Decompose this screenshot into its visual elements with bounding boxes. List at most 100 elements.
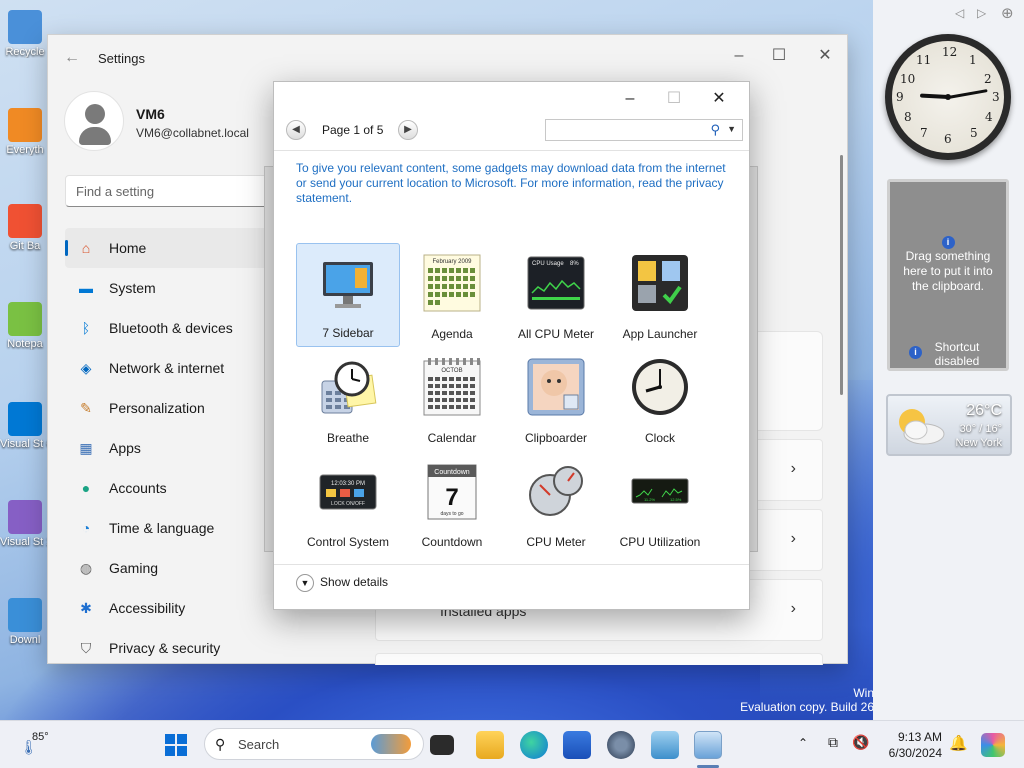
weather-widget[interactable]: 🌡 85° [20, 731, 70, 761]
sidebar-item-gaming[interactable]: ◍ Gaming [65, 548, 285, 588]
desktop-icon-label: Visual St 2022 Pre [0, 536, 50, 548]
gadget-label: All CPU Meter [517, 327, 594, 341]
calculator-clock-icon [318, 357, 378, 417]
gadget-tile[interactable]: Clock [608, 347, 712, 451]
svg-text:7: 7 [445, 484, 458, 511]
sidebar-item-system[interactable]: ▬ System [65, 268, 285, 308]
search-highlight-icon [371, 734, 411, 754]
maximize-button[interactable]: ☐ [764, 41, 794, 71]
evaluation-watermark: Win Evaluation copy. Build 26 [740, 686, 874, 714]
desktop-icon-label: Visual St Cod [0, 438, 50, 450]
sidebar-prev-icon[interactable]: ◁ [955, 6, 964, 20]
back-arrow-icon[interactable]: ← [64, 49, 80, 67]
svg-text:8%: 8% [570, 261, 579, 267]
svg-text:LOCK ON/OFF: LOCK ON/OFF [331, 501, 365, 507]
find-setting-input[interactable]: Find a setting [65, 175, 270, 207]
sidebar-item-network-internet[interactable]: ◈ Network & internet [65, 348, 285, 388]
gadget-tile[interactable]: Clipboarder [504, 347, 608, 451]
avatar[interactable] [64, 91, 124, 151]
chevron-up-icon[interactable]: ⌃ [798, 736, 808, 750]
desktop-icon[interactable]: Notepa [0, 302, 50, 350]
sidebar-item-label: Personalization [109, 400, 205, 416]
clock-gadget[interactable]: 12 1 2 3 4 5 6 7 8 9 10 11 [885, 34, 1011, 160]
add-gadget-icon[interactable]: ⊕ [1001, 4, 1014, 22]
user-profile[interactable]: VM6 VM6@collabnet.local [64, 91, 304, 161]
clock-area[interactable]: 9:13 AM 6/30/2024 [880, 729, 942, 761]
gadget-label: 7 Sidebar [322, 326, 374, 340]
gadget-tile[interactable]: Countdown 7 days to go Countdown [400, 451, 504, 555]
desktop-app-icon [8, 402, 42, 436]
start-button[interactable] [162, 731, 190, 759]
content-row-partial [375, 653, 823, 665]
sidebar-item-bluetooth-devices[interactable]: ᛒ Bluetooth & devices [65, 308, 285, 348]
next-page-button[interactable]: ▶ [398, 120, 418, 140]
sidebar-item-apps[interactable]: ▦ Apps [65, 428, 285, 468]
show-details-toggle[interactable]: ▼ Show details [296, 574, 388, 592]
sidebar-item-personalization[interactable]: ✎ Personalization [65, 388, 285, 428]
copilot-icon[interactable] [981, 733, 1005, 757]
gadget-tile[interactable]: App Launcher [608, 243, 712, 347]
volume-muted-icon[interactable]: 🔇 [852, 734, 869, 751]
minimize-button[interactable]: – [724, 41, 754, 71]
gadget-label: App Launcher [622, 327, 698, 341]
remote-desktop-icon[interactable] [651, 731, 679, 759]
desktop-icon[interactable]: Recycle [0, 10, 50, 58]
gadget-tile[interactable]: 11.2% 12.5% CPU Utilization [608, 451, 712, 555]
svg-text:Countdown: Countdown [434, 469, 470, 476]
search-icon[interactable]: ⚲ [710, 122, 720, 138]
weather-gadget[interactable]: 26°C 30° / 16° New York [886, 394, 1012, 456]
taskbar-time: 9:13 AM [897, 730, 942, 744]
close-button[interactable]: ✕ [810, 41, 840, 71]
gadget-tile[interactable]: Breathe [296, 347, 400, 451]
bluetooth-icon: ᛒ [81, 320, 91, 336]
windows-logo-icon [165, 734, 187, 756]
gadgets-close-button[interactable]: ✕ [697, 86, 741, 112]
settings-titlebar: ← Settings – ☐ ✕ [48, 35, 847, 81]
file-explorer-icon[interactable] [476, 731, 504, 759]
desktop-icon[interactable]: Visual St 2022 Pre [0, 500, 50, 548]
taskbar-search-box[interactable]: ⚲ Search [204, 728, 424, 760]
sidebar-item-accessibility[interactable]: ✱ Accessibility [65, 588, 285, 628]
sidebar-next-icon[interactable]: ▷ [977, 6, 986, 20]
sidebar-item-home[interactable]: ⌂ Home [65, 228, 285, 268]
gadget-tile[interactable]: CPU Meter [504, 451, 608, 555]
desktop-icon[interactable]: Downl [0, 598, 50, 646]
svg-text:CPU Usage: CPU Usage [532, 261, 564, 267]
gadgets-minimize-button[interactable]: – [608, 86, 652, 112]
previous-page-button[interactable]: ◀ [286, 120, 306, 140]
sidebar-item-accounts[interactable]: ● Accounts [65, 468, 285, 508]
sidebar-item-privacy-security[interactable]: ⛉ Privacy & security [65, 628, 285, 668]
network-icon[interactable]: ⧉ [828, 734, 838, 751]
cpu-meter-screen-icon: CPU Usage 8% [526, 253, 586, 313]
gadget-tile[interactable]: 7 Sidebar [296, 243, 400, 347]
desktop-icon[interactable]: Visual St Cod [0, 402, 50, 450]
clipboard-gadget[interactable]: i Drag something here to put it into the… [887, 179, 1009, 371]
user-name: VM6 [136, 106, 165, 122]
store-icon[interactable] [563, 731, 591, 759]
notification-bell-icon[interactable]: 🔔 [949, 734, 968, 752]
gadget-search-input[interactable]: ⚲ ▼ [545, 119, 743, 141]
privacy-notice[interactable]: To give you relevant content, some gadge… [296, 161, 726, 206]
chevron-down-icon[interactable]: ▼ [296, 574, 314, 592]
sidebar-item-label: System [109, 280, 156, 296]
chevron-down-icon[interactable]: ▼ [727, 124, 736, 134]
sidebar-item-time-language[interactable]: ◔ Time & language [65, 508, 285, 548]
show-details-label: Show details [320, 575, 389, 590]
svg-text:12:03:30 PM: 12:03:30 PM [331, 481, 365, 487]
gadget-tile[interactable]: CPU Usage 8% All CPU Meter [504, 243, 608, 347]
desktop-icon[interactable]: Everyth [0, 108, 50, 156]
gadget-tile[interactable]: 12:03:30 PM LOCK ON/OFF Control System [296, 451, 400, 555]
edge-browser-icon[interactable] [520, 731, 548, 759]
gadget-label: Countdown [421, 535, 483, 549]
gadget-tile[interactable]: OCTOB Calendar [400, 347, 504, 451]
gadgets-app-icon[interactable] [694, 731, 722, 759]
sun-cloud-icon [899, 409, 945, 445]
weather-temperature: 26°C [966, 402, 1002, 419]
settings-scrollbar[interactable] [840, 155, 843, 395]
task-view-icon[interactable] [430, 735, 454, 755]
desktop-icon[interactable]: Git Ba [0, 204, 50, 252]
settings-gear-icon[interactable] [607, 731, 635, 759]
gadget-tile[interactable]: February 2009 Agenda [400, 243, 504, 347]
sidebar-item-label: Home [109, 240, 147, 256]
desktop-icon-label: Everyth [6, 144, 44, 156]
